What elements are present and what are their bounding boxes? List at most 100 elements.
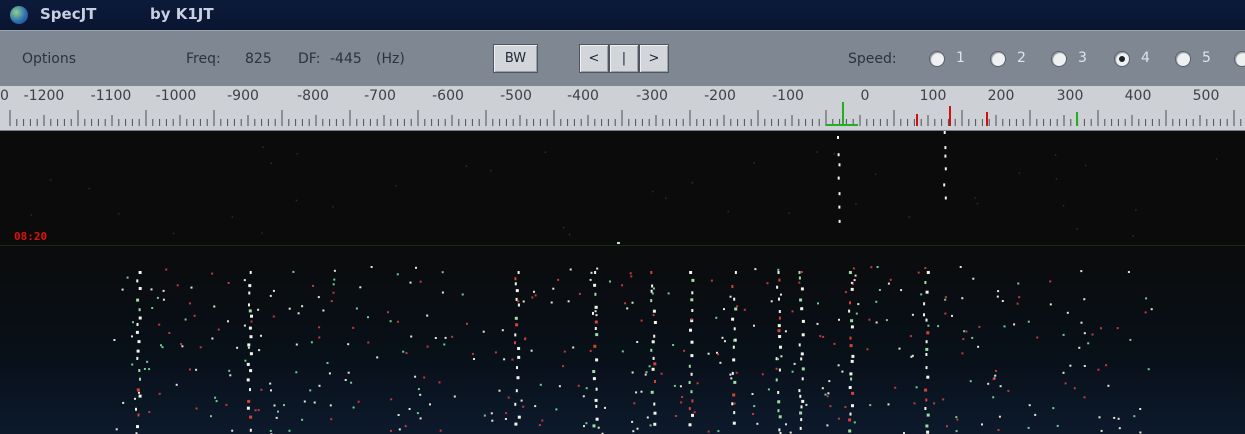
signal-dot xyxy=(530,349,533,352)
signal-dot xyxy=(482,330,485,333)
waterfall-timestamp: 08:20 xyxy=(14,230,48,243)
signal-dot xyxy=(653,422,657,426)
signal-dot xyxy=(593,283,597,287)
signal-dot xyxy=(503,358,506,361)
signal-dot xyxy=(1055,178,1058,180)
signal-dot xyxy=(1105,364,1108,367)
nav-left-button[interactable]: < xyxy=(579,44,609,73)
signal-dot xyxy=(117,213,120,215)
signal-dot xyxy=(1135,209,1137,211)
signal-dot xyxy=(924,388,928,392)
signal-dot xyxy=(367,316,369,319)
signal-dot xyxy=(799,394,802,398)
signal-dot xyxy=(1083,396,1086,399)
bw-button[interactable]: BW xyxy=(493,44,538,73)
signal-dot xyxy=(850,359,854,363)
signal-dot xyxy=(866,348,869,351)
signal-dot xyxy=(1129,338,1132,341)
signal-dot xyxy=(777,268,780,271)
signal-dot xyxy=(1144,311,1147,314)
waterfall-display[interactable]: 08:20 xyxy=(0,131,1245,434)
signal-dot xyxy=(514,341,516,345)
signal-dot xyxy=(801,333,805,337)
options-menu[interactable]: Options xyxy=(22,51,76,67)
signal-dot xyxy=(775,367,778,370)
signal-dot xyxy=(228,369,231,372)
signal-dot xyxy=(651,284,654,288)
signal-dot xyxy=(189,302,191,305)
signal-dot xyxy=(555,408,558,411)
speed-label: Speed: xyxy=(848,51,897,67)
signal-dot xyxy=(875,321,878,324)
signal-dot xyxy=(785,423,787,426)
signal-dot xyxy=(404,425,407,428)
signal-dot xyxy=(733,402,736,405)
signal-dot xyxy=(585,387,588,390)
signal-dot xyxy=(777,271,780,274)
signal-dot xyxy=(733,339,736,342)
signal-dot xyxy=(1064,382,1067,385)
signal-dot xyxy=(1076,228,1078,230)
signal-dot xyxy=(732,345,735,349)
signal-dot xyxy=(1100,429,1103,432)
signal-dot xyxy=(1078,346,1081,349)
signal-dot xyxy=(770,300,773,303)
signal-dot xyxy=(631,301,634,304)
signal-dot xyxy=(707,430,710,433)
signal-dot xyxy=(572,346,575,349)
nav-center-button[interactable]: | xyxy=(609,44,639,73)
signal-dot xyxy=(838,192,841,196)
signal-dot xyxy=(690,318,693,321)
signal-dot xyxy=(733,297,736,301)
signal-dot xyxy=(1066,311,1069,314)
signal-dot xyxy=(329,404,332,407)
signal-dot xyxy=(423,376,426,379)
signal-dot xyxy=(135,330,139,334)
signal-dot xyxy=(592,311,594,315)
signal-dot xyxy=(347,343,350,346)
signal-dot xyxy=(175,383,178,386)
signal-dot xyxy=(798,271,801,274)
signal-dot xyxy=(944,167,947,171)
signal-dot xyxy=(775,378,778,382)
nav-right-button[interactable]: > xyxy=(639,44,669,73)
signal-dot xyxy=(592,370,596,373)
signal-dot xyxy=(210,415,212,418)
signal-dot xyxy=(828,380,831,383)
signal-dot xyxy=(868,318,871,321)
signal-dot xyxy=(849,301,851,305)
signal-dot xyxy=(49,179,52,181)
signal-dot xyxy=(837,176,840,180)
speed-radio-6-partial[interactable] xyxy=(1234,51,1245,67)
signal-dot xyxy=(826,395,829,398)
speed-radio-2[interactable] xyxy=(990,51,1006,67)
speed-radio-1[interactable] xyxy=(929,51,945,67)
signal-dot xyxy=(841,370,844,373)
signal-dot xyxy=(851,404,854,408)
signal-dot xyxy=(689,271,693,274)
signal-dot xyxy=(441,291,444,294)
signal-dot xyxy=(955,430,958,433)
signal-dot xyxy=(898,347,901,350)
signal-dot xyxy=(417,388,420,391)
signal-dot xyxy=(674,415,677,417)
signal-dot xyxy=(691,309,694,312)
signal-dot xyxy=(838,205,841,209)
signal-dot xyxy=(593,344,597,348)
signal-dot xyxy=(158,392,161,395)
signal-dot xyxy=(562,365,565,368)
signal-dot xyxy=(833,153,836,155)
speed-radio-5[interactable] xyxy=(1175,51,1191,67)
signal-dot xyxy=(848,309,851,313)
signal-dot xyxy=(793,362,796,365)
signal-dot xyxy=(944,296,947,299)
signal-dot xyxy=(138,316,142,320)
signal-dot xyxy=(962,338,965,341)
signal-dot xyxy=(193,314,196,317)
signal-dot xyxy=(933,402,936,405)
speed-radio-4[interactable] xyxy=(1114,51,1130,67)
frequency-ruler[interactable]: 0 -1200 -1100 -1000 -900 -800 -700 -600 -500 -400… xyxy=(0,86,1245,131)
speed-radio-3[interactable] xyxy=(1051,51,1067,67)
signal-dot xyxy=(260,334,262,337)
signal-dot xyxy=(617,242,620,244)
